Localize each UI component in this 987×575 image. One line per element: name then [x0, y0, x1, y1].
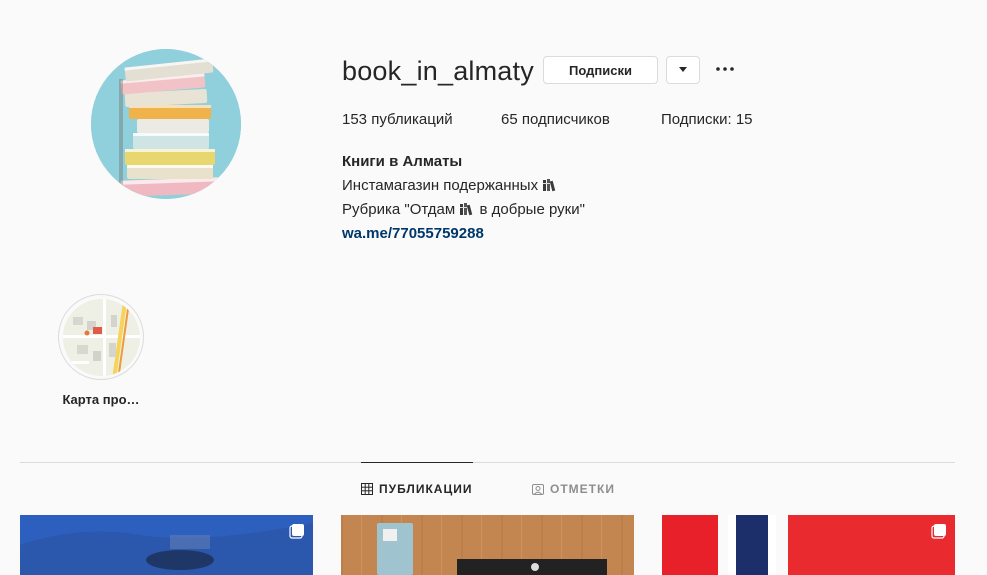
tab-posts-label: ПУБЛИКАЦИИ: [379, 482, 473, 496]
following-count: 15: [735, 111, 753, 128]
following-stat[interactable]: Подписки: 15: [661, 110, 753, 130]
tab-tagged-label: ОТМЕТКИ: [550, 482, 615, 496]
carousel-icon: [289, 524, 304, 539]
posts-stat: 153 публикаций: [342, 110, 453, 130]
bio-line-2: Рубрика "Отдам в добрые руки": [342, 198, 585, 222]
post-thumbnail[interactable]: [341, 515, 634, 575]
book-stack-avatar: [91, 49, 241, 199]
active-tab-indicator: [361, 462, 473, 463]
more-options-button[interactable]: [713, 62, 737, 76]
posts-label: публикаций: [367, 111, 453, 128]
following-button[interactable]: Подписки: [543, 56, 658, 84]
tabs-divider: [20, 462, 955, 463]
following-label: Подписки:: [661, 111, 736, 128]
post-thumbnail[interactable]: [20, 515, 313, 575]
story-highlight[interactable]: Карта про…: [58, 294, 146, 407]
bio-line-2-start: Рубрика "Отдам: [342, 201, 460, 218]
post-image: [341, 515, 634, 575]
posts-count: 153: [342, 111, 368, 128]
bio-line-2-end: в добрые руки": [475, 201, 585, 218]
bio-line-1: Инстамагазин подержанных: [342, 174, 585, 198]
suggestions-dropdown-button[interactable]: [666, 56, 700, 84]
post-image: [662, 515, 955, 575]
caret-down-icon: [679, 67, 687, 72]
map-thumbnail: [62, 298, 140, 376]
tab-posts[interactable]: ПУБЛИКАЦИИ: [361, 482, 472, 496]
followers-stat[interactable]: 65 подписчиков: [501, 110, 610, 130]
grid-icon: [361, 483, 373, 495]
post-thumbnail[interactable]: [662, 515, 955, 575]
carousel-icon: [931, 524, 946, 539]
post-image: [20, 515, 313, 575]
books-emoji-icon: [543, 179, 556, 192]
followers-count: 65: [501, 111, 518, 128]
profile-full-name: Книги в Алматы: [342, 153, 463, 170]
profile-bio: Книги в Алматы Инстамагазин подержанных …: [342, 150, 585, 246]
followers-label: подписчиков: [517, 111, 610, 128]
highlight-label: Карта про…: [62, 392, 140, 407]
bio-line-1-text: Инстамагазин подержанных: [342, 177, 539, 194]
tagged-icon: [532, 484, 544, 495]
books-emoji-icon: [460, 203, 473, 216]
tab-tagged[interactable]: ОТМЕТКИ: [532, 482, 615, 496]
profile-username: book_in_almaty: [342, 56, 534, 86]
more-horizontal-icon: [716, 67, 734, 71]
bio-external-link[interactable]: wa.me/77055759288: [342, 225, 484, 242]
highlight-ring: [58, 294, 144, 380]
profile-avatar[interactable]: [91, 49, 241, 199]
